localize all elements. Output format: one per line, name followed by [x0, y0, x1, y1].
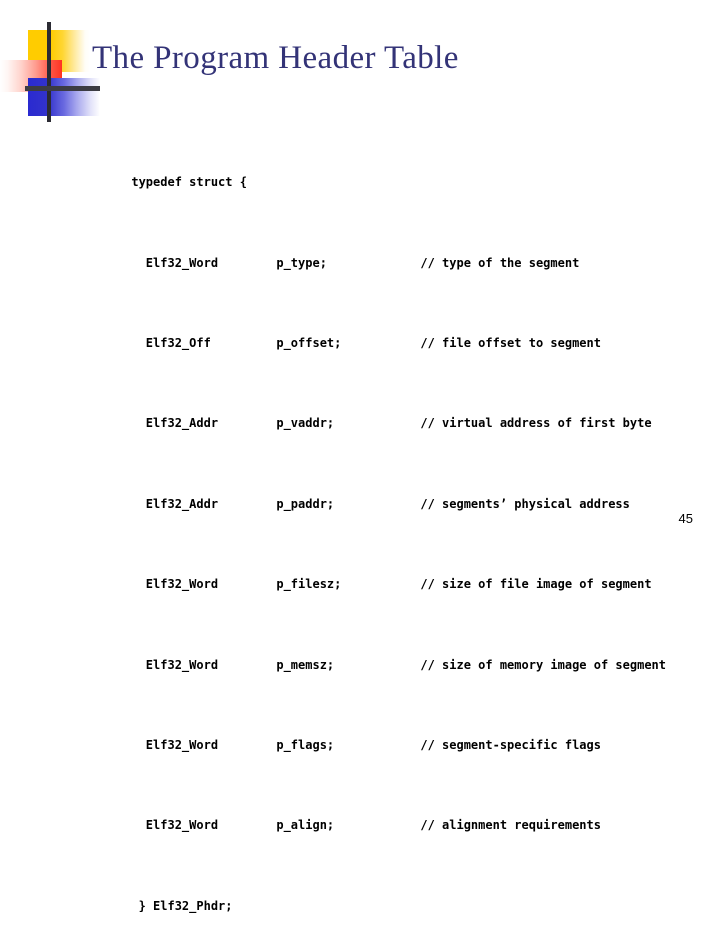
code-line-open: typedef struct {	[88, 152, 666, 189]
field-comment: // segments’ physical address	[420, 496, 630, 511]
field-type: Elf32_Word	[131, 577, 219, 592]
field-comment: // alignment requirements	[420, 818, 601, 833]
field-type: Elf32_Word	[131, 737, 219, 752]
code-line-field: Elf32_Word p_filesz; // size of file image…	[88, 554, 666, 591]
field-comment: // file offset to segment	[420, 336, 601, 351]
field-type: Elf32_Addr	[131, 416, 219, 431]
field-name: p_vaddr;	[276, 416, 335, 431]
code-line-field: Elf32_Word p_align; // alignment requireme…	[88, 795, 666, 832]
field-type: Elf32_Word	[131, 657, 219, 672]
field-name: p_paddr;	[276, 496, 335, 511]
logo-blue-square	[28, 78, 100, 116]
field-type: Elf32_Addr	[131, 496, 219, 511]
field-comment: // segment-specific flags	[420, 737, 601, 752]
field-comment: // virtual address of first byte	[420, 416, 652, 431]
code-line-field: Elf32_Addr p_paddr; // segments’ physical …	[88, 474, 666, 511]
field-name: p_offset;	[276, 336, 342, 351]
field-type: Elf32_Word	[131, 818, 219, 833]
field-type: Elf32_Word	[131, 255, 219, 270]
code-line-field: Elf32_Addr p_vaddr; // virtual address of …	[88, 393, 666, 430]
code-line-field: Elf32_Word p_type; // type of the segment	[88, 233, 666, 270]
field-name: p_type;	[276, 255, 327, 270]
field-name: p_memsz;	[276, 657, 335, 672]
field-comment: // type of the segment	[420, 255, 580, 270]
code-line-field: Elf32_Word p_memsz; // size of memory imag…	[88, 634, 666, 672]
code-line-field: Elf32_Word p_flags; // segment-specific fl…	[88, 715, 666, 752]
code-block: typedef struct { Elf32_Word p_type; // typ…	[88, 112, 666, 936]
field-type: Elf32_Off	[131, 336, 211, 351]
field-name: p_filesz;	[276, 577, 342, 592]
logo-horizontal-line	[25, 86, 100, 91]
code-struct-open: typedef struct {	[131, 175, 247, 190]
field-comment: // size of memory image of segment	[420, 657, 666, 672]
code-line-field: Elf32_Off p_offset; // file offset to segm…	[88, 313, 666, 350]
slide-canvas: The Program Header Table typedef struct …	[0, 0, 720, 913]
page-number: 45	[678, 511, 693, 526]
field-name: p_flags;	[276, 737, 335, 752]
field-name: p_align;	[276, 818, 335, 833]
code-struct-close: } Elf32_Phdr;	[131, 898, 233, 913]
code-line-close: } Elf32_Phdr;	[88, 876, 666, 913]
page-title: The Program Header Table	[92, 40, 459, 76]
field-comment: // size of file image of segment	[420, 577, 652, 592]
logo-vertical-line	[47, 22, 51, 122]
